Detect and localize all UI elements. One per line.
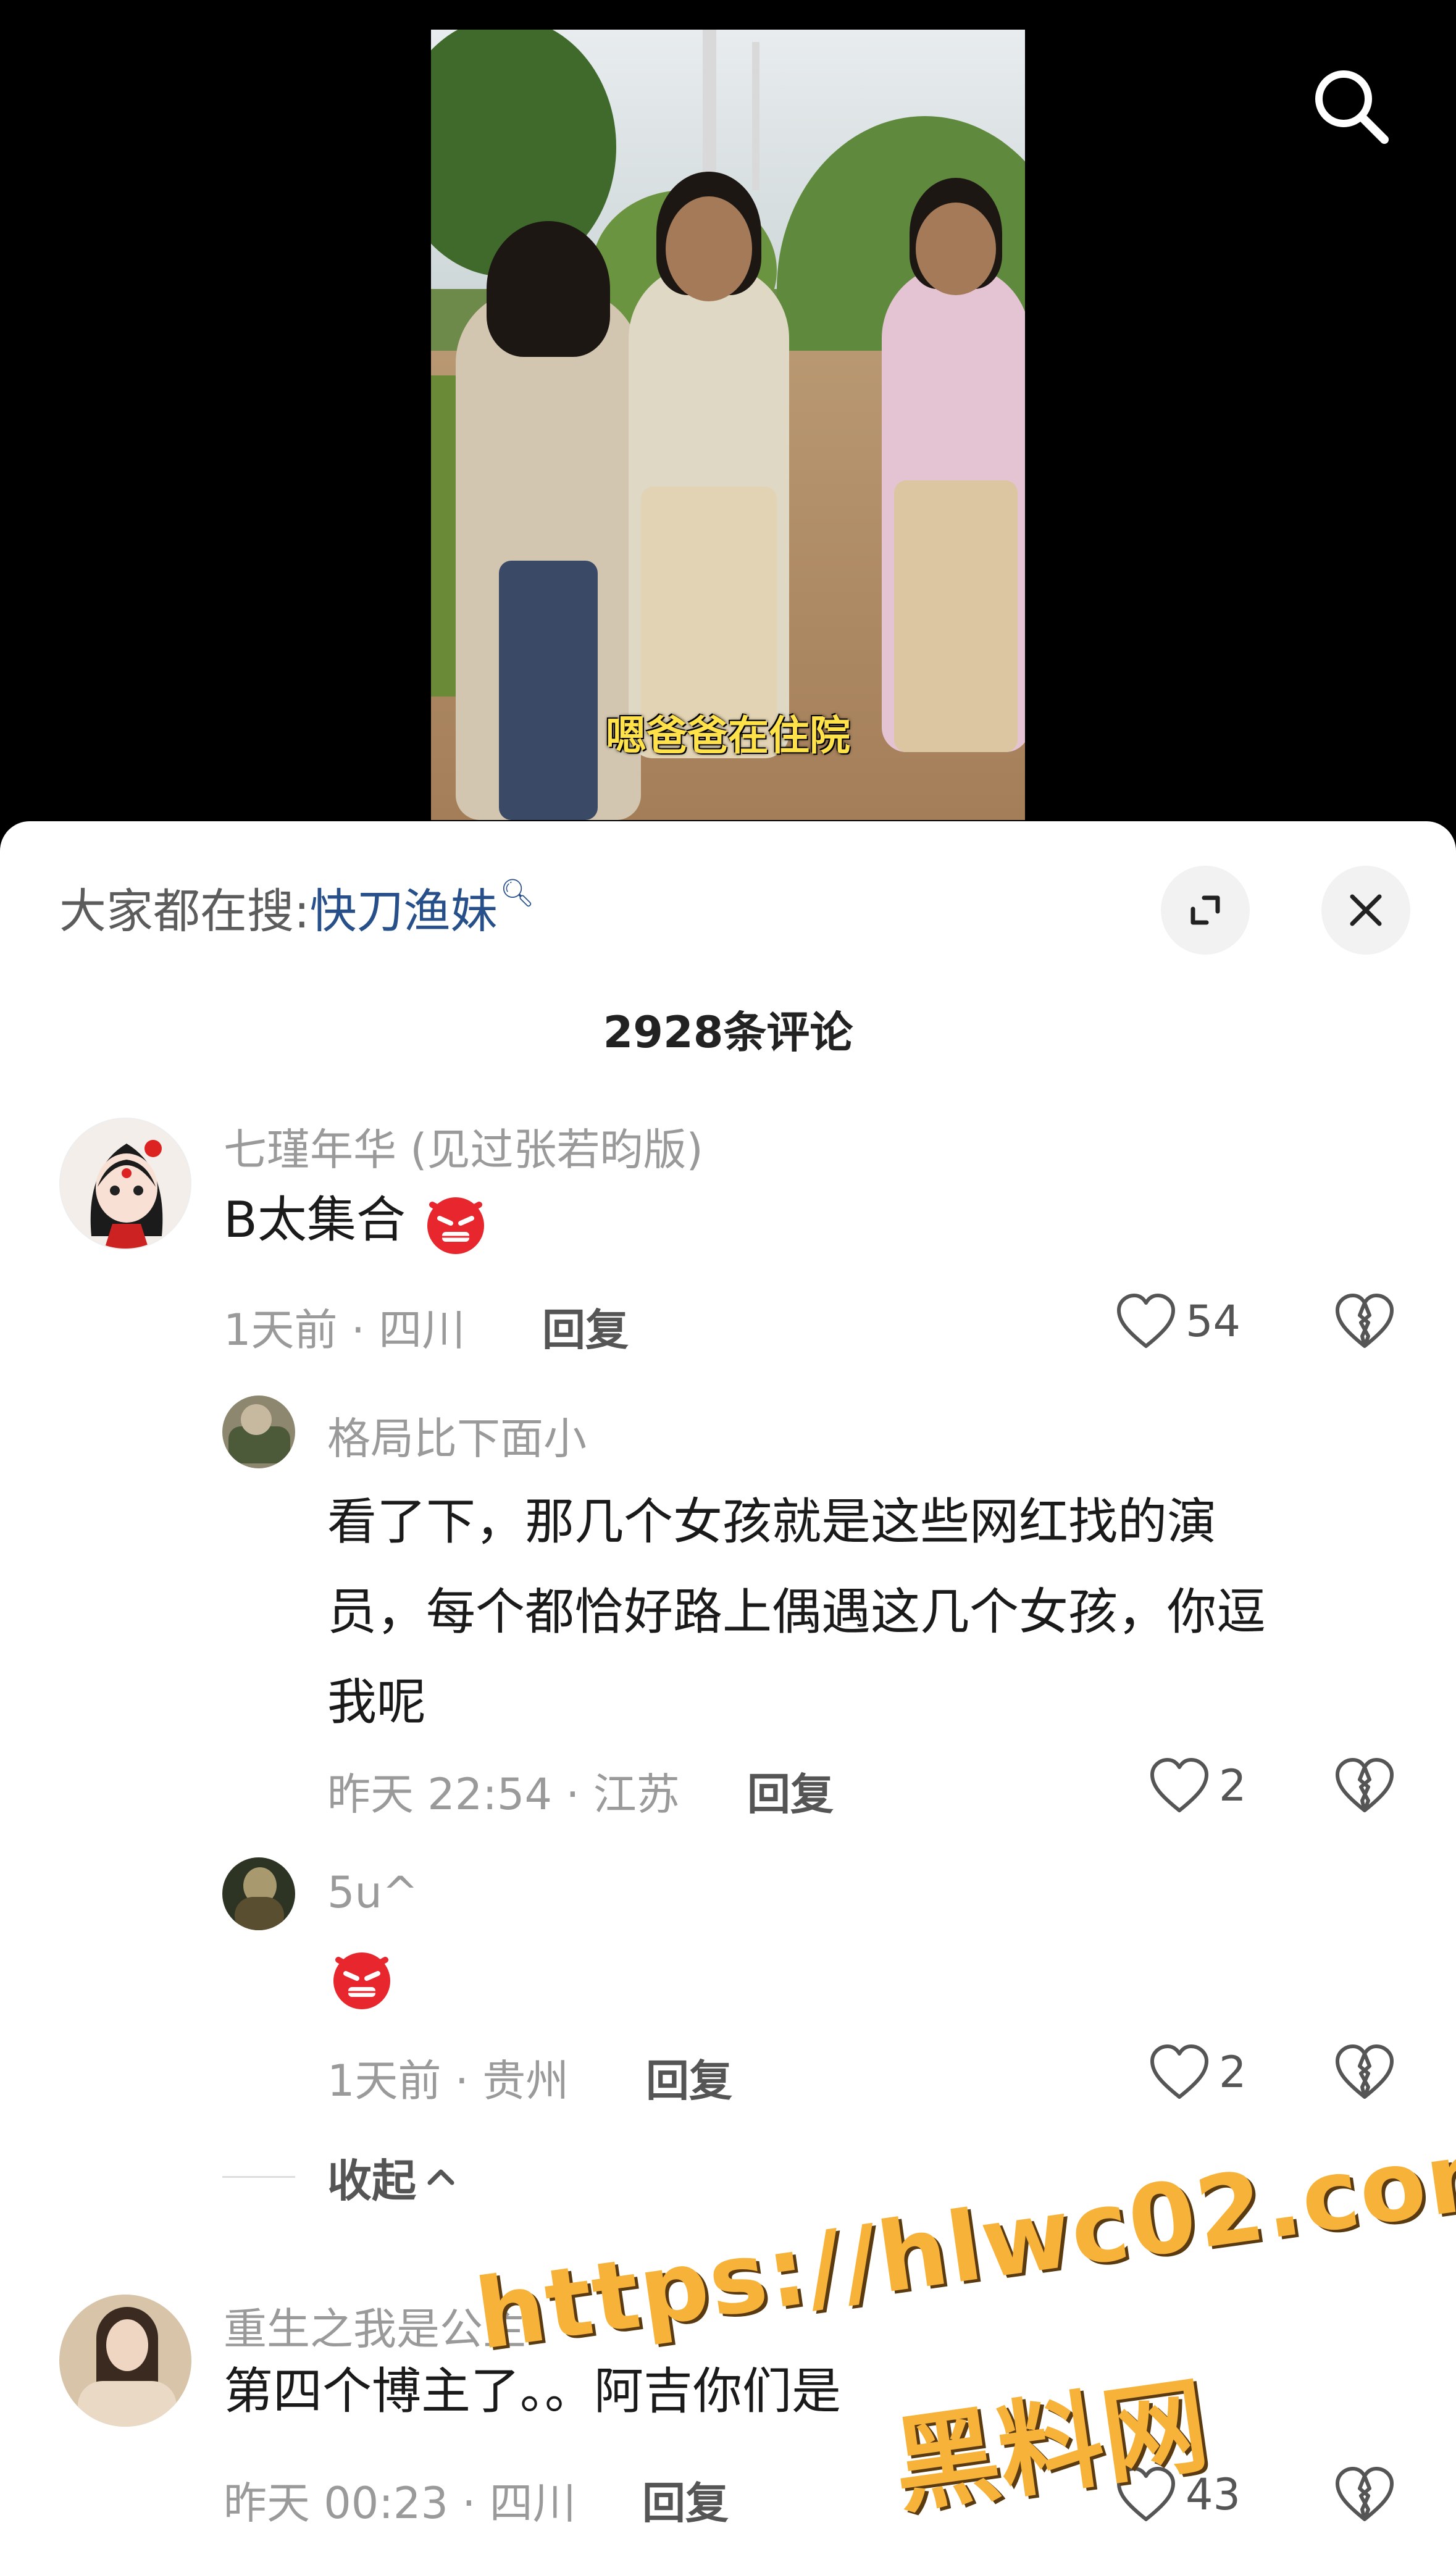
video-child-right <box>882 178 1025 752</box>
hot-search-term[interactable]: 快刀渔妹 <box>310 884 498 939</box>
heart-icon <box>1117 1294 1175 1348</box>
search-icon <box>1315 70 1389 144</box>
video-pole <box>752 42 759 190</box>
reply-author[interactable]: 格局比下面小 <box>327 1404 587 1467</box>
comment-meta: 1天前 · 四川 <box>224 1305 466 1355</box>
reply-button[interactable]: 回复 <box>642 2469 729 2531</box>
like-count: 54 <box>1186 1296 1241 1347</box>
comment-meta: 昨天 00:23 · 四川 <box>224 2478 576 2529</box>
reply-button[interactable]: 回复 <box>747 1760 834 1822</box>
video-player[interactable]: 嗯爸爸在住院 <box>431 30 1025 820</box>
collapse-replies-button[interactable]: 收起 <box>222 2144 459 2209</box>
reply-text-line: 我呢 <box>327 1673 426 1731</box>
video-pole <box>703 30 716 190</box>
reply-text <box>327 1946 396 2011</box>
broken-heart-icon <box>1336 1294 1394 1348</box>
reply-meta: 昨天 22:54 · 江苏 <box>327 1769 680 1820</box>
expand-button[interactable] <box>1161 866 1250 955</box>
like-button[interactable]: 2 <box>1148 2044 1247 2101</box>
avatar-illustration-icon <box>90 1140 163 1249</box>
dislike-button[interactable] <box>1334 2044 1395 2103</box>
like-button[interactable]: 54 <box>1115 1293 1241 1350</box>
collapse-divider <box>222 2176 295 2178</box>
close-button[interactable] <box>1321 866 1410 955</box>
reply-button[interactable]: 回复 <box>542 1295 629 1358</box>
comment-author[interactable]: 七瑾年华 (见过张若昀版) <box>224 1115 703 1178</box>
dislike-button[interactable] <box>1334 1293 1395 1352</box>
comment-text-body: B太集合 <box>224 1191 406 1249</box>
expand-icon <box>1190 895 1220 925</box>
avatar[interactable] <box>59 2295 191 2427</box>
dislike-button[interactable] <box>1334 1757 1395 1817</box>
hot-search-label: 大家都在搜: <box>59 884 310 939</box>
reply-text: 看了下，那几个女孩就是这些网红找的演 员，每个都恰好路上偶遇这几个女孩，你逗 我… <box>327 1477 1266 1747</box>
hot-search-bar[interactable]: 大家都在搜:快刀渔妹🔍︎ <box>59 873 534 941</box>
like-count: 2 <box>1219 2047 1247 2098</box>
like-count: 2 <box>1219 1760 1247 1811</box>
collapse-label: 收起 <box>327 2155 417 2207</box>
broken-heart-icon <box>1336 2044 1394 2099</box>
broken-heart-icon <box>1336 2467 1394 2521</box>
reply-button[interactable]: 回复 <box>646 2046 732 2109</box>
avatar[interactable] <box>222 1395 295 1468</box>
avatar[interactable] <box>59 1118 191 1250</box>
chevron-up-icon <box>427 2169 454 2185</box>
comment-text: 第四个博主了。。阿吉你们是 <box>224 2362 841 2420</box>
search-small-icon: 🔍︎ <box>500 877 535 909</box>
heart-icon <box>1150 2044 1208 2099</box>
video-subtitle: 嗯爸爸在住院 <box>606 712 850 759</box>
heart-icon <box>1150 1758 1208 1812</box>
reply-meta: 1天前 · 贵州 <box>327 2056 569 2106</box>
comment-text: B太集合 <box>224 1189 490 1255</box>
angry-emoji-icon <box>427 1197 485 1255</box>
comment-count: 2928条评论 <box>603 1007 853 1058</box>
screen: 嗯爸爸在住院 大家都在搜:快刀渔妹🔍︎ 2928条评论 七瑾年华 (见过张若昀版… <box>0 0 1456 2565</box>
search-button[interactable] <box>1307 62 1393 148</box>
reply-author[interactable]: 5u^ <box>327 1867 419 1918</box>
angry-emoji-icon <box>333 1952 390 2009</box>
dislike-button[interactable] <box>1334 2466 1395 2525</box>
broken-heart-icon <box>1336 1758 1394 1812</box>
avatar[interactable] <box>222 1857 295 1930</box>
like-button[interactable]: 2 <box>1148 1757 1247 1814</box>
video-child-middle <box>629 172 789 758</box>
reply-text-line: 看了下，那几个女孩就是这些网红找的演 <box>327 1493 1216 1550</box>
close-icon <box>1350 894 1382 926</box>
reply-text-line: 员，每个都恰好路上偶遇这几个女孩，你逗 <box>327 1583 1266 1641</box>
